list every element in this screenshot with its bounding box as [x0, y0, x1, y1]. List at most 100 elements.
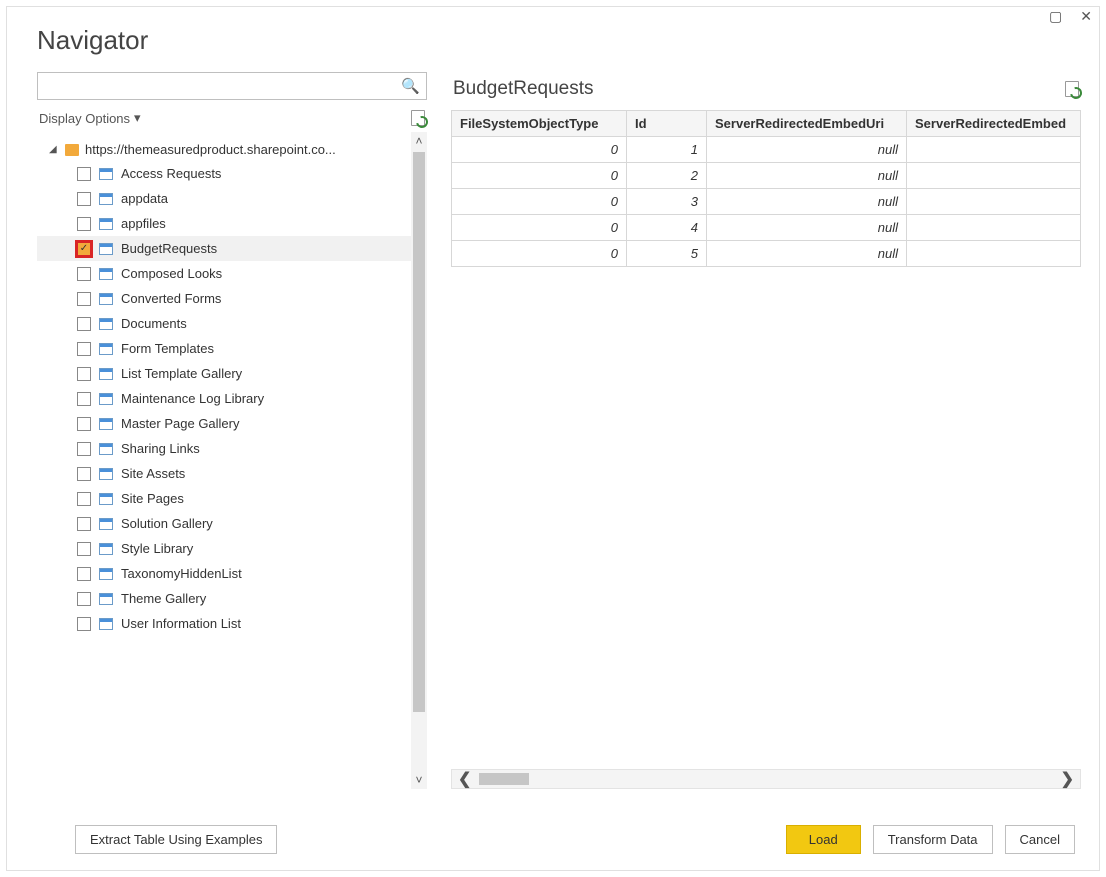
table-row[interactable]: 04null — [452, 215, 1081, 241]
table-icon — [99, 168, 113, 180]
scroll-up-icon[interactable]: ˄ — [411, 132, 427, 150]
tree-item-checkbox[interactable] — [77, 167, 91, 181]
scroll-right-icon[interactable]: ❯ — [1061, 769, 1074, 789]
refresh-list-icon[interactable] — [411, 110, 425, 126]
table-row[interactable]: 02null — [452, 163, 1081, 189]
tree-item[interactable]: BudgetRequests — [37, 236, 411, 261]
content-area: 🔍 Display Options ▾ ◢ https://themeasure… — [7, 64, 1099, 797]
table-cell: 2 — [627, 163, 707, 189]
vertical-scrollbar[interactable]: ˄ ˅ — [411, 132, 427, 789]
table-icon — [99, 418, 113, 430]
table-cell: 4 — [627, 215, 707, 241]
cancel-button[interactable]: Cancel — [1005, 825, 1075, 854]
search-box[interactable]: 🔍 — [37, 72, 427, 100]
tree-item-checkbox[interactable] — [77, 192, 91, 206]
tree-item-checkbox[interactable] — [77, 242, 91, 256]
tree-item[interactable]: Form Templates — [37, 336, 411, 361]
table-row[interactable]: 05null — [452, 241, 1081, 267]
tree-root-folder[interactable]: ◢ https://themeasuredproduct.sharepoint.… — [37, 138, 411, 161]
tree-item-checkbox[interactable] — [77, 442, 91, 456]
tree-item[interactable]: Site Pages — [37, 486, 411, 511]
tree-item[interactable]: Documents — [37, 311, 411, 336]
left-pane: 🔍 Display Options ▾ ◢ https://themeasure… — [37, 72, 427, 789]
tree-item-checkbox[interactable] — [77, 617, 91, 631]
tree-item-checkbox[interactable] — [77, 267, 91, 281]
tree-item-checkbox[interactable] — [77, 317, 91, 331]
col-header[interactable]: ServerRedirectedEmbed — [907, 111, 1081, 137]
tree-item[interactable]: appdata — [37, 186, 411, 211]
tree-item-checkbox[interactable] — [77, 542, 91, 556]
horizontal-scrollbar[interactable]: ❮ ❯ — [451, 769, 1081, 789]
col-header[interactable]: ServerRedirectedEmbedUri — [707, 111, 907, 137]
table-row[interactable]: 01null — [452, 137, 1081, 163]
table-icon — [99, 568, 113, 580]
display-options-dropdown[interactable]: Display Options ▾ — [39, 110, 141, 126]
tree-item-checkbox[interactable] — [77, 592, 91, 606]
search-icon[interactable]: 🔍 — [401, 77, 420, 95]
tree-item-checkbox[interactable] — [77, 292, 91, 306]
tree-wrap: ◢ https://themeasuredproduct.sharepoint.… — [37, 132, 427, 789]
table-cell: null — [707, 215, 907, 241]
scroll-thumb[interactable] — [413, 152, 425, 712]
tree-item-label: Composed Looks — [121, 266, 222, 281]
display-options-label: Display Options — [39, 111, 130, 126]
table-row[interactable]: 03null — [452, 189, 1081, 215]
tree-item-checkbox[interactable] — [77, 492, 91, 506]
tree-item-checkbox[interactable] — [77, 567, 91, 581]
tree-item[interactable]: List Template Gallery — [37, 361, 411, 386]
table-icon — [99, 218, 113, 230]
tree-item[interactable]: Style Library — [37, 536, 411, 561]
tree-item[interactable]: Sharing Links — [37, 436, 411, 461]
table-icon — [99, 293, 113, 305]
tree-item[interactable]: User Information List — [37, 611, 411, 636]
table-cell: 0 — [452, 137, 627, 163]
collapse-caret-icon[interactable]: ◢ — [49, 144, 59, 155]
tree-item[interactable]: Master Page Gallery — [37, 411, 411, 436]
table-cell — [907, 137, 1081, 163]
col-header[interactable]: Id — [627, 111, 707, 137]
load-button[interactable]: Load — [786, 825, 861, 854]
right-pane: BudgetRequests FileSystemObjectType Id S… — [427, 72, 1081, 789]
table-cell — [907, 189, 1081, 215]
tree-item[interactable]: Maintenance Log Library — [37, 386, 411, 411]
tree-item-label: Sharing Links — [121, 441, 200, 456]
tree-item-checkbox[interactable] — [77, 217, 91, 231]
table-icon — [99, 543, 113, 555]
transform-data-button[interactable]: Transform Data — [873, 825, 993, 854]
tree-item-checkbox[interactable] — [77, 392, 91, 406]
extract-table-button[interactable]: Extract Table Using Examples — [75, 825, 277, 854]
table-icon — [99, 593, 113, 605]
tree-item-label: BudgetRequests — [121, 241, 217, 256]
tree-item[interactable]: Solution Gallery — [37, 511, 411, 536]
table-icon — [99, 443, 113, 455]
tree-item[interactable]: Converted Forms — [37, 286, 411, 311]
table-cell: 0 — [452, 163, 627, 189]
table-icon — [99, 493, 113, 505]
tree-item-checkbox[interactable] — [77, 467, 91, 481]
tree-item-label: Access Requests — [121, 166, 221, 181]
tree-item-checkbox[interactable] — [77, 517, 91, 531]
tree-item-checkbox[interactable] — [77, 342, 91, 356]
table-icon — [99, 318, 113, 330]
tree-item-checkbox[interactable] — [77, 367, 91, 381]
tree-item-label: Site Assets — [121, 466, 185, 481]
tree-item[interactable]: Theme Gallery — [37, 586, 411, 611]
tree-item[interactable]: appfiles — [37, 211, 411, 236]
scroll-left-icon[interactable]: ❮ — [458, 769, 471, 789]
tree-item[interactable]: Site Assets — [37, 461, 411, 486]
scroll-track[interactable] — [411, 150, 427, 771]
tree-item[interactable]: Access Requests — [37, 161, 411, 186]
tree-item[interactable]: Composed Looks — [37, 261, 411, 286]
h-scroll-thumb[interactable] — [479, 773, 529, 785]
tree-item-label: Master Page Gallery — [121, 416, 240, 431]
h-scroll-track[interactable] — [479, 773, 1052, 785]
tree-item-checkbox[interactable] — [77, 417, 91, 431]
scroll-down-icon[interactable]: ˅ — [411, 771, 427, 789]
table-icon — [99, 343, 113, 355]
search-input[interactable] — [46, 79, 401, 94]
tree-item[interactable]: TaxonomyHiddenList — [37, 561, 411, 586]
tree-item-label: List Template Gallery — [121, 366, 242, 381]
refresh-preview-icon[interactable] — [1065, 81, 1079, 97]
tree-item-label: appdata — [121, 191, 168, 206]
col-header[interactable]: FileSystemObjectType — [452, 111, 627, 137]
